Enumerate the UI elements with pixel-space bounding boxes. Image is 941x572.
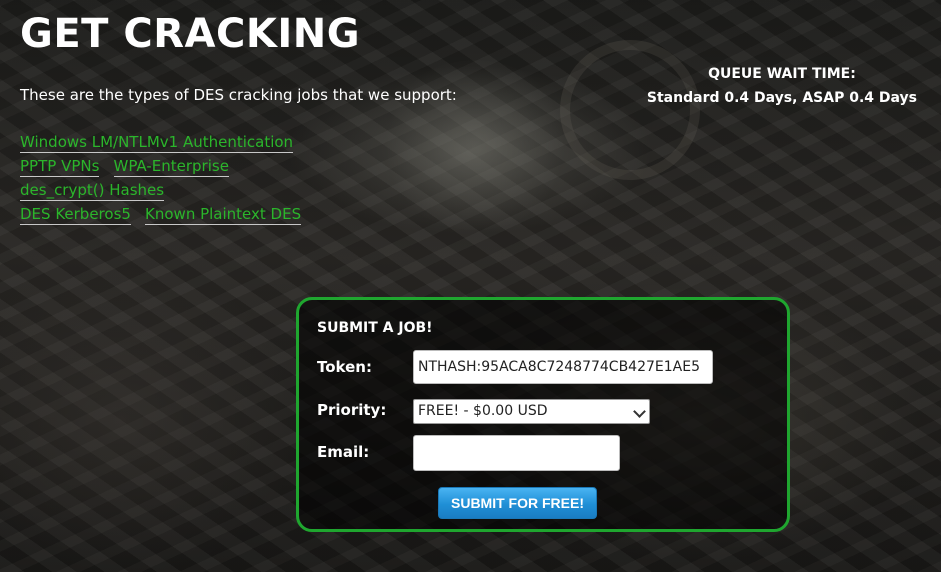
priority-select[interactable]: FREE! - $0.00 USD: [413, 399, 650, 424]
email-input[interactable]: [413, 435, 620, 471]
link-windows-lm-ntlmv1[interactable]: Windows LM/NTLMv1 Authentication: [20, 132, 294, 153]
job-row: Windows LM/NTLMv1 Authentication: [20, 132, 340, 156]
queue-wait-time: QUEUE WAIT TIME: Standard 0.4 Days, ASAP…: [647, 62, 917, 110]
link-des-crypt-hashes[interactable]: des_crypt() Hashes: [20, 180, 165, 201]
priority-selected-value: FREE! - $0.00 USD: [418, 403, 548, 419]
background-key-bow: [560, 40, 700, 180]
job-row: DES Kerberos5 Known Plaintext DES: [20, 204, 340, 228]
queue-times: Standard 0.4 Days, ASAP 0.4 Days: [646, 90, 917, 106]
email-label: Email:: [317, 443, 370, 461]
token-input[interactable]: [413, 350, 713, 384]
link-wpa-enterprise[interactable]: WPA-Enterprise: [113, 156, 229, 177]
link-known-plaintext-des[interactable]: Known Plaintext DES: [145, 204, 302, 225]
link-pptp-vpns[interactable]: PPTP VPNs: [20, 156, 100, 177]
link-des-kerberos5[interactable]: DES Kerberos5: [20, 204, 131, 225]
job-row: PPTP VPNs WPA-Enterprise: [20, 156, 340, 180]
queue-label: QUEUE WAIT TIME:: [708, 66, 856, 82]
page-title: GET CRACKING: [20, 11, 361, 57]
submit-job-heading: SUBMIT A JOB!: [317, 320, 433, 336]
priority-label: Priority:: [317, 401, 387, 419]
submit-job-panel: SUBMIT A JOB! Token: Priority: FREE! - $…: [296, 297, 790, 532]
job-type-links: Windows LM/NTLMv1 Authentication PPTP VP…: [20, 132, 340, 228]
job-row: des_crypt() Hashes: [20, 180, 340, 204]
token-label: Token:: [317, 358, 372, 376]
intro-text: These are the types of DES cracking jobs…: [20, 86, 457, 104]
chevron-down-icon: [633, 405, 646, 418]
submit-button[interactable]: SUBMIT FOR FREE!: [438, 487, 597, 519]
